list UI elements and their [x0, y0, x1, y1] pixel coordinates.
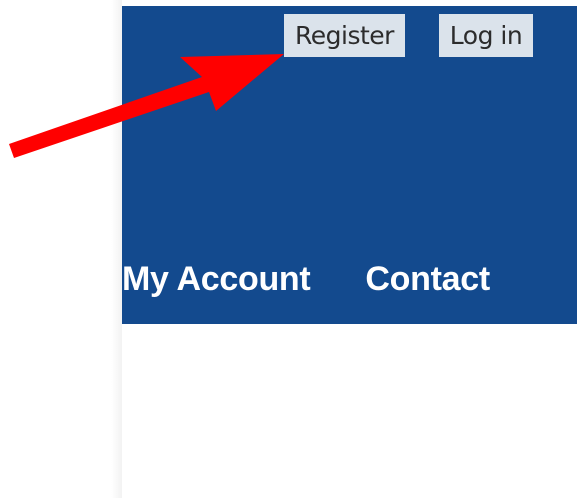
nav-item-contact[interactable]: Contact — [365, 254, 490, 304]
login-button[interactable]: Log in — [439, 14, 533, 57]
main-nav: My Account Contact — [122, 254, 490, 304]
page: Register Log in My Account Contact — [0, 0, 577, 498]
register-button[interactable]: Register — [284, 14, 405, 57]
nav-item-my-account[interactable]: My Account — [122, 254, 311, 304]
site-header: Register Log in My Account Contact — [122, 6, 577, 324]
page-edge-shadow — [111, 0, 122, 498]
